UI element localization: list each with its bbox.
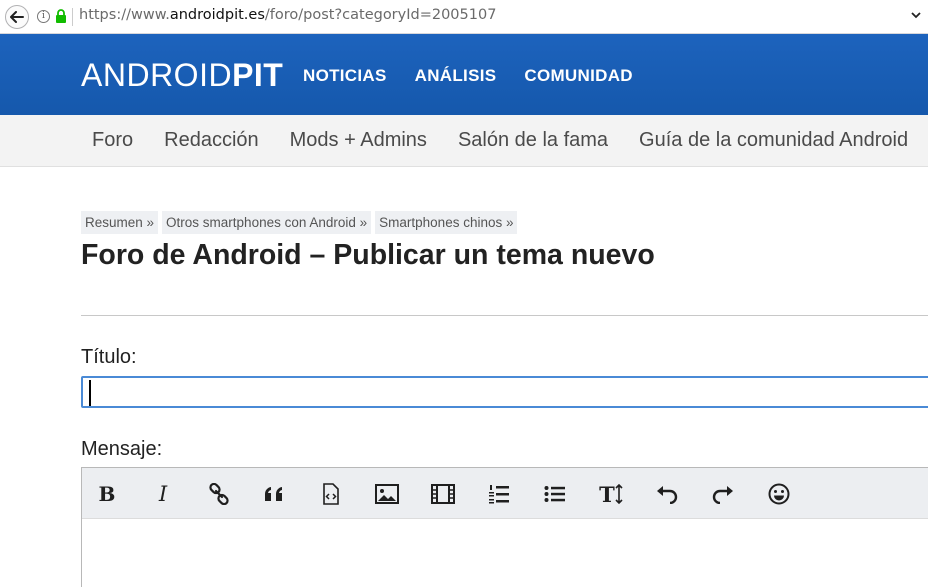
redo-button[interactable] <box>710 481 736 507</box>
image-icon <box>375 484 399 504</box>
arrow-updown-icon <box>615 484 623 504</box>
text-size-button[interactable]: T <box>598 481 624 507</box>
breadcrumb-item-otros-smartphones[interactable]: Otros smartphones con Android » <box>162 211 372 234</box>
subnav-item-mods-admins[interactable]: Mods + Admins <box>290 129 427 152</box>
unordered-list-button[interactable] <box>542 481 568 507</box>
message-label: Mensaje: <box>81 438 163 460</box>
url-host: androidpit.es <box>169 7 265 23</box>
url-prefix: https://www. <box>79 7 170 23</box>
site-header: ANDROIDPIT NOTICIAS ANÁLISIS COMUNIDAD <box>0 34 928 115</box>
browser-url-bar: i https://www.androidpit.es/foro/post?ca… <box>0 0 928 34</box>
editor-toolbar: B I T <box>82 468 928 519</box>
subnav-item-foro[interactable]: Foro <box>92 129 133 152</box>
video-icon <box>431 484 455 504</box>
site-logo[interactable]: ANDROIDPIT <box>81 58 283 92</box>
code-button[interactable] <box>318 481 344 507</box>
link-icon <box>209 483 229 505</box>
logo-text-thin: ANDROID <box>81 57 233 93</box>
breadcrumb-item-smartphones-chinos[interactable]: Smartphones chinos » <box>375 211 518 234</box>
message-textarea[interactable] <box>82 519 928 588</box>
bold-icon: B <box>98 482 116 506</box>
code-icon <box>323 483 339 505</box>
nav-noticias[interactable]: NOTICIAS <box>303 66 387 86</box>
main-nav: NOTICIAS ANÁLISIS COMUNIDAD <box>303 66 633 86</box>
image-button[interactable] <box>374 481 400 507</box>
divider <box>81 315 928 316</box>
undo-button[interactable] <box>654 481 680 507</box>
unordered-list-icon <box>544 486 565 502</box>
emoji-button[interactable] <box>766 481 792 507</box>
video-button[interactable] <box>430 481 456 507</box>
text-size-icon: T <box>599 481 615 507</box>
page-title: Foro de Android – Publicar un tema nuevo <box>81 239 655 271</box>
sub-nav: Foro Redacción Mods + Admins Salón de la… <box>0 115 928 167</box>
lock-icon[interactable] <box>55 9 67 23</box>
breadcrumb-item-resumen[interactable]: Resumen » <box>81 211 159 234</box>
breadcrumb: Resumen » Otros smartphones con Android … <box>81 211 518 234</box>
info-icon[interactable]: i <box>37 10 50 23</box>
italic-icon: I <box>158 482 168 506</box>
address-field[interactable]: https://www.androidpit.es/foro/post?cate… <box>79 7 496 23</box>
subnav-item-redaccion[interactable]: Redacción <box>164 129 259 152</box>
quote-button[interactable] <box>262 481 288 507</box>
title-input[interactable] <box>81 376 928 408</box>
link-button[interactable] <box>206 481 232 507</box>
italic-button[interactable]: I <box>150 481 176 507</box>
url-path: /foro/post?categoryId=2005107 <box>264 7 497 23</box>
nav-comunidad[interactable]: COMUNIDAD <box>524 66 632 86</box>
ordered-list-button[interactable] <box>486 481 512 507</box>
subnav-item-guia-comunidad[interactable]: Guía de la comunidad Android <box>639 129 908 152</box>
bold-button[interactable]: B <box>94 481 120 507</box>
quote-icon <box>264 487 282 501</box>
title-label: Título: <box>81 346 137 368</box>
emoji-icon <box>768 483 790 505</box>
url-divider <box>72 8 73 26</box>
ordered-list-icon <box>489 485 509 504</box>
undo-icon <box>657 486 678 504</box>
arrow-left-icon <box>10 11 24 23</box>
chevron-down-icon[interactable] <box>910 10 922 20</box>
redo-icon <box>712 486 733 504</box>
back-button[interactable] <box>5 5 29 29</box>
text-caret <box>89 380 91 406</box>
subnav-item-salon-fama[interactable]: Salón de la fama <box>458 129 608 152</box>
message-editor: B I T <box>81 467 928 588</box>
nav-analisis[interactable]: ANÁLISIS <box>415 66 497 86</box>
logo-text-bold: PIT <box>232 57 284 93</box>
